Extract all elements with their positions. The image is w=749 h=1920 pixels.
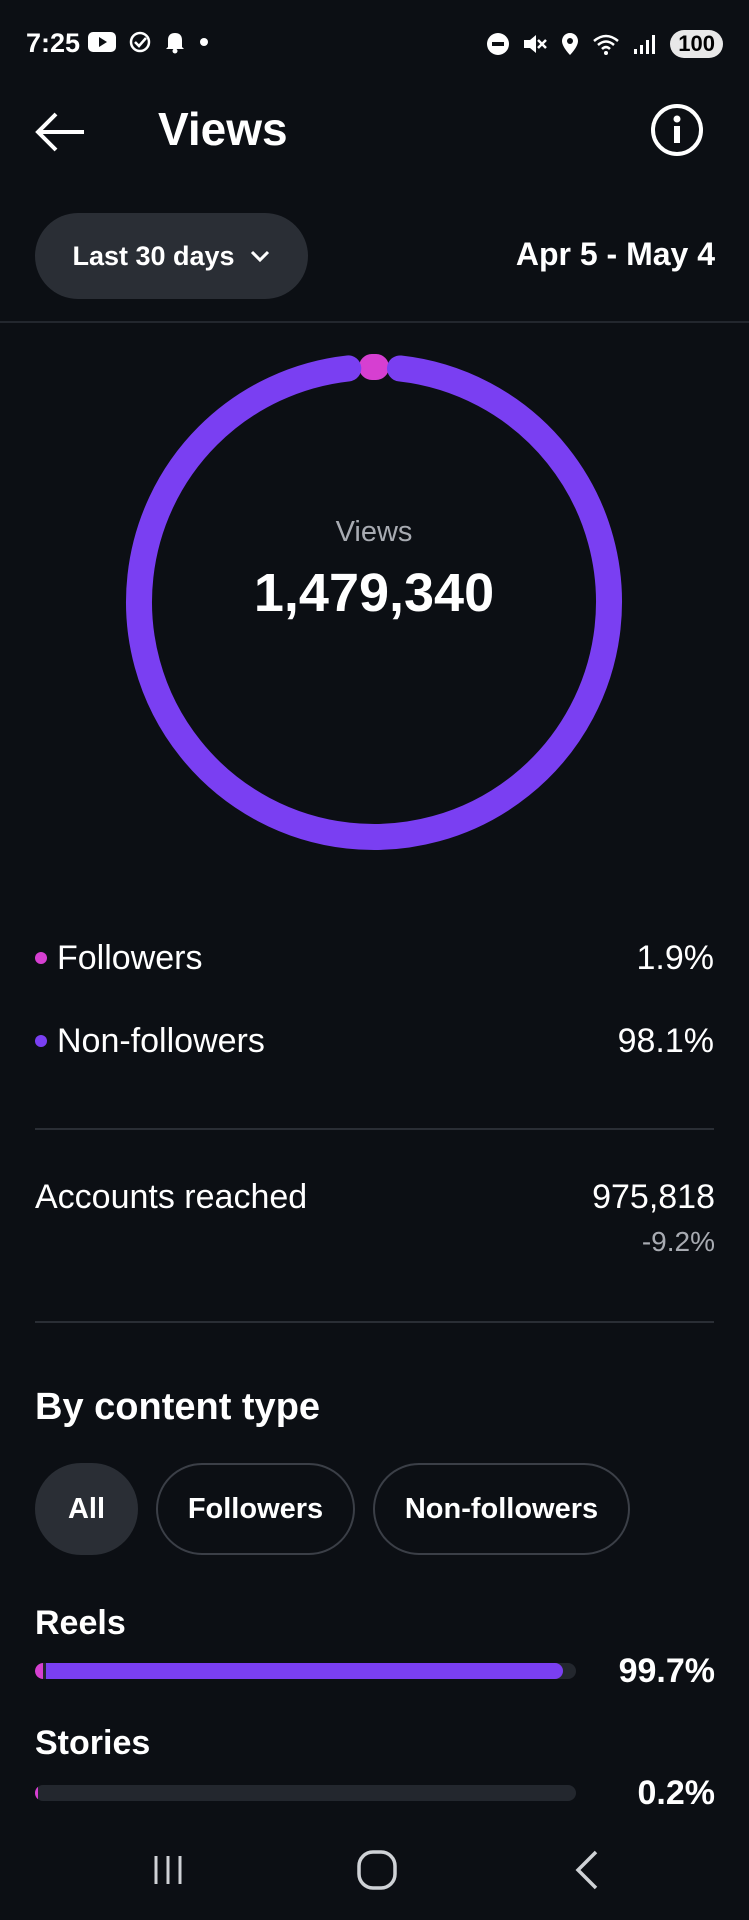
youtube-icon [88, 32, 116, 52]
status-right-icons: 100 [486, 30, 723, 58]
non-followers-dot-icon [35, 1035, 47, 1047]
header-divider [0, 321, 749, 323]
back-arrow-icon[interactable] [30, 108, 90, 156]
signal-icon [634, 35, 656, 54]
accounts-reached-value: 975,818 [592, 1178, 715, 1216]
status-bar: 7:25 100 [0, 0, 749, 90]
stories-label: Stories [35, 1724, 151, 1762]
legend-followers-value: 1.9% [636, 938, 715, 977]
date-range-dropdown[interactable]: Last 30 days [35, 213, 308, 299]
recent-apps-icon[interactable] [148, 1850, 188, 1890]
views-total: 1,479,340 [253, 563, 495, 623]
check-circle-icon [129, 31, 151, 53]
info-icon[interactable] [650, 103, 704, 157]
notification-dot-icon [200, 38, 208, 46]
legend-followers-label: Followers [57, 938, 203, 977]
date-range-dropdown-label: Last 30 days [72, 240, 235, 271]
back-nav-icon[interactable] [570, 1848, 606, 1892]
tab-non-followers[interactable]: Non-followers [373, 1463, 630, 1555]
status-left-icons [88, 30, 210, 54]
reels-non-followers-segment [46, 1663, 563, 1679]
reels-label: Reels [35, 1604, 126, 1642]
do-not-disturb-icon [487, 33, 510, 55]
legend-followers: Followers 1.9% [35, 933, 714, 983]
home-icon[interactable] [355, 1848, 399, 1892]
location-icon [562, 33, 579, 55]
stories-followers-segment [35, 1785, 38, 1801]
accounts-reached-label: Accounts reached [35, 1178, 308, 1216]
bell-icon [166, 33, 184, 54]
stories-bar [35, 1785, 576, 1801]
battery-indicator: 100 [670, 30, 723, 58]
status-time: 7:25 [26, 28, 81, 58]
legend-divider [35, 1128, 714, 1130]
reels-followers-segment [35, 1663, 43, 1679]
page-title: Views [158, 103, 288, 155]
followers-dot-icon [35, 952, 47, 964]
reels-bar [35, 1663, 576, 1679]
tab-all[interactable]: All [35, 1463, 138, 1555]
stories-percent: 0.2% [637, 1774, 716, 1812]
accounts-reached-delta: -9.2% [641, 1226, 715, 1257]
legend-non-followers: Non-followers 98.1% [35, 1016, 714, 1066]
legend-non-followers-label: Non-followers [57, 1021, 265, 1060]
reach-divider [35, 1321, 714, 1323]
section-title: By content type [35, 1386, 321, 1428]
system-nav-bar [0, 1830, 749, 1920]
donut-label: Views [335, 516, 413, 548]
legend-non-followers-value: 98.1% [617, 1021, 714, 1060]
tab-followers[interactable]: Followers [156, 1463, 355, 1555]
reels-percent: 99.7% [618, 1652, 715, 1690]
mute-icon [524, 35, 548, 53]
date-range-text: Apr 5 - May 4 [515, 236, 715, 272]
chevron-down-icon [250, 250, 269, 263]
wifi-icon [593, 34, 620, 55]
